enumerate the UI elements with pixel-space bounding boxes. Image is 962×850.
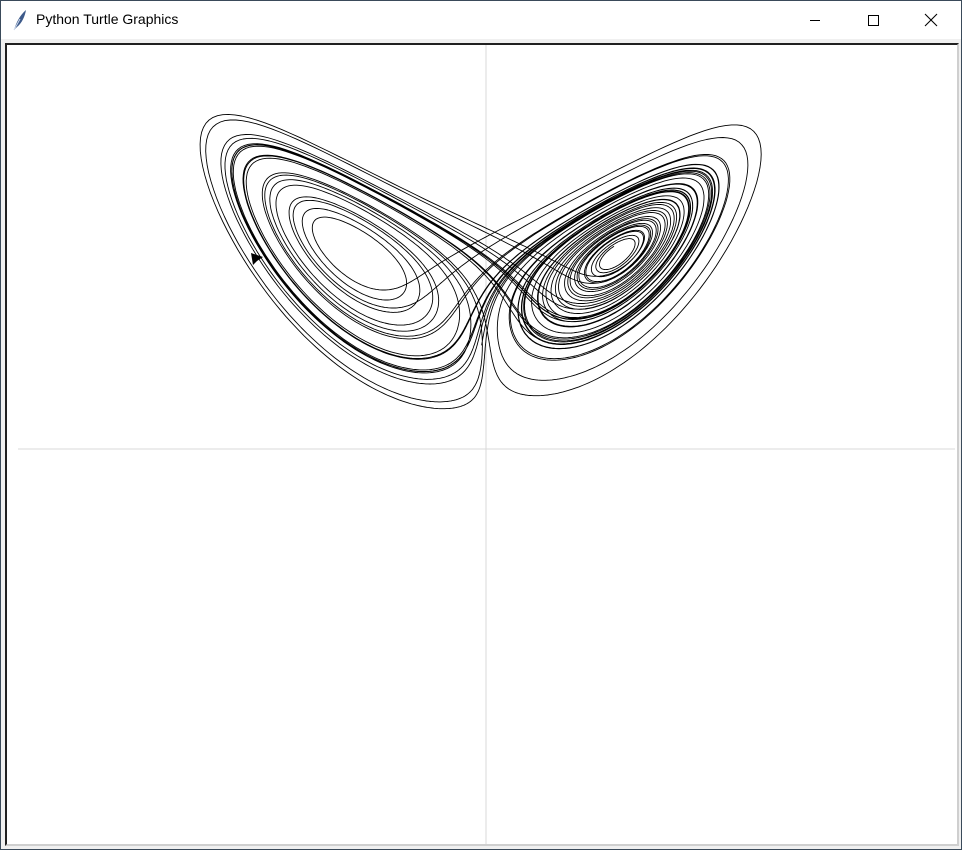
lorenz-attractor-path [199, 113, 762, 410]
title-bar[interactable]: Python Turtle Graphics [1, 1, 961, 39]
minimize-icon [810, 20, 820, 21]
canvas-drawing [18, 45, 955, 844]
turtle-window: Python Turtle Graphics [0, 0, 962, 850]
feather-icon [11, 9, 29, 31]
window-title: Python Turtle Graphics [36, 11, 179, 27]
close-button[interactable] [902, 1, 960, 39]
minimize-button[interactable] [786, 1, 844, 39]
turtle-canvas[interactable] [5, 43, 959, 846]
close-icon [924, 13, 938, 27]
maximize-button[interactable] [844, 1, 902, 39]
maximize-icon [868, 15, 879, 26]
